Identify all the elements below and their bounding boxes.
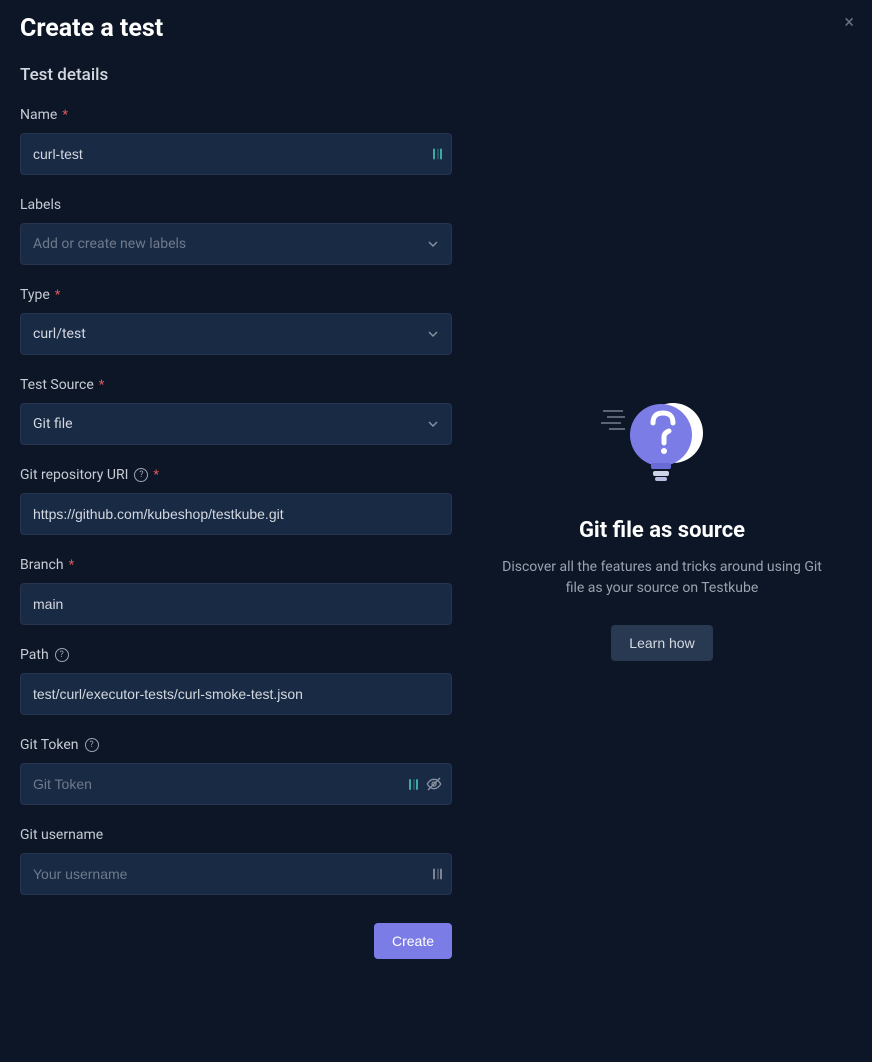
page-title: Create a test <box>20 14 452 43</box>
form-column: Create a test Test details Name * Labels <box>20 14 452 1042</box>
name-label: Name <box>20 107 57 123</box>
field-test-source: Test Source * Git file <box>20 377 452 445</box>
field-branch: Branch * <box>20 557 452 625</box>
field-git-uri: Git repository URI ? * <box>20 467 452 535</box>
test-source-label: Test Source <box>20 377 94 393</box>
info-description: Discover all the features and tricks aro… <box>502 557 822 599</box>
path-label: Path <box>20 647 49 663</box>
field-path: Path ? <box>20 647 452 715</box>
test-source-value: Git file <box>33 416 73 432</box>
git-token-input[interactable] <box>20 763 452 805</box>
info-title: Git file as source <box>579 518 745 543</box>
git-uri-input[interactable] <box>20 493 452 535</box>
create-button[interactable]: Create <box>374 923 452 959</box>
field-type: Type * curl/test <box>20 287 452 355</box>
help-icon[interactable]: ? <box>134 468 148 482</box>
branch-input[interactable] <box>20 583 452 625</box>
field-git-username: Git username <box>20 827 452 895</box>
labels-label: Labels <box>20 197 61 213</box>
git-username-label: Git username <box>20 827 103 843</box>
help-icon[interactable]: ? <box>55 648 69 662</box>
required-marker: * <box>55 288 61 303</box>
field-git-token: Git Token ? <box>20 737 452 805</box>
type-select[interactable]: curl/test <box>20 313 452 355</box>
required-marker: * <box>99 378 105 393</box>
field-name: Name * <box>20 107 452 175</box>
username-suffix-icon <box>433 869 442 880</box>
required-marker: * <box>153 468 159 483</box>
token-suffix-icon <box>409 779 418 790</box>
name-suffix-icon <box>433 149 442 160</box>
git-uri-label: Git repository URI <box>20 467 128 483</box>
chevron-down-icon <box>427 328 439 340</box>
git-username-input[interactable] <box>20 853 452 895</box>
git-token-label: Git Token <box>20 737 79 753</box>
type-label: Type <box>20 287 50 303</box>
name-input[interactable] <box>20 133 452 175</box>
info-panel: Git file as source Discover all the feat… <box>472 14 852 1042</box>
learn-how-button[interactable]: Learn how <box>611 625 712 661</box>
branch-label: Branch <box>20 557 64 573</box>
test-source-select[interactable]: Git file <box>20 403 452 445</box>
lightbulb-illustration <box>607 395 717 490</box>
eye-off-icon[interactable] <box>426 776 442 792</box>
field-labels: Labels Add or create new labels <box>20 197 452 265</box>
type-value: curl/test <box>33 326 86 342</box>
chevron-down-icon <box>427 418 439 430</box>
labels-select[interactable]: Add or create new labels <box>20 223 452 265</box>
chevron-down-icon <box>427 238 439 250</box>
path-input[interactable] <box>20 673 452 715</box>
required-marker: * <box>69 558 75 573</box>
lightbulb-icon <box>607 395 717 490</box>
footer-actions: Create <box>20 923 452 959</box>
close-icon[interactable]: × <box>844 12 854 33</box>
help-icon[interactable]: ? <box>85 738 99 752</box>
section-title: Test details <box>20 65 452 85</box>
required-marker: * <box>62 108 68 123</box>
labels-placeholder: Add or create new labels <box>33 236 186 252</box>
create-test-modal: Create a test Test details Name * Labels <box>0 0 872 1062</box>
